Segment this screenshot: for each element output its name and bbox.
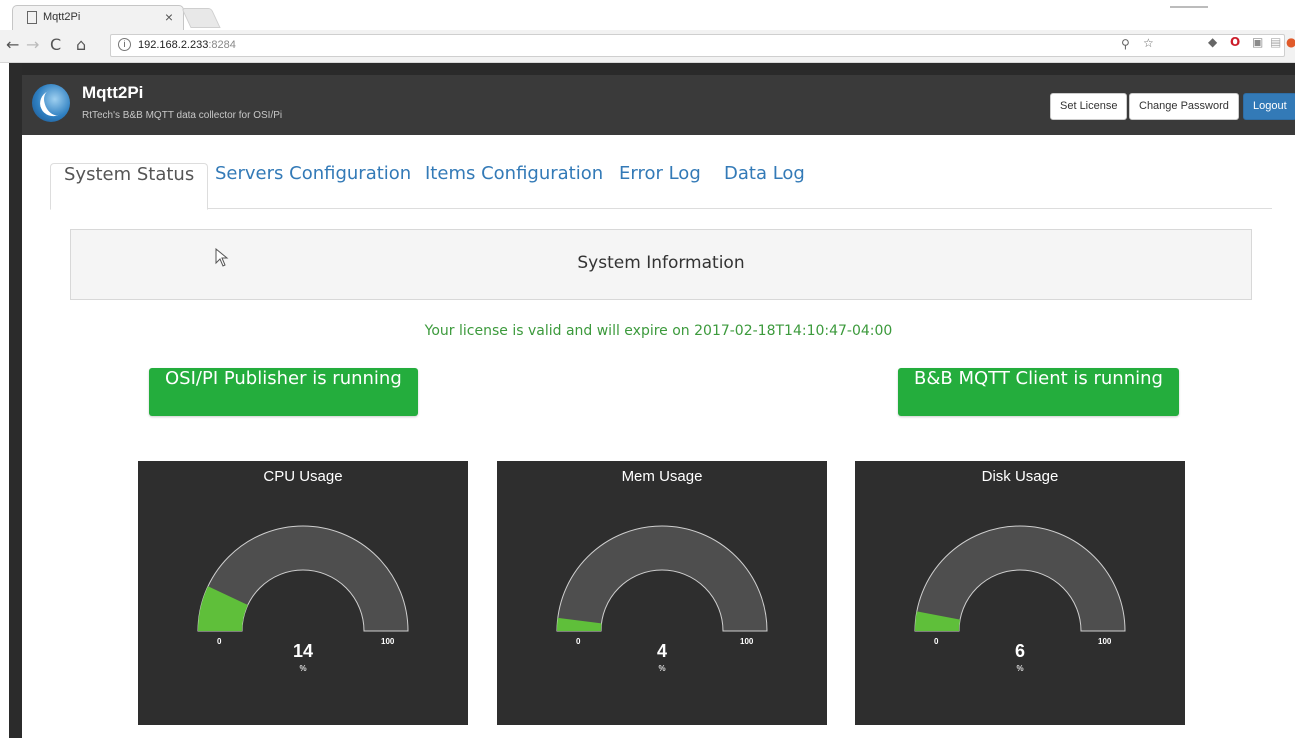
tab-error-log[interactable]: Error Log bbox=[619, 163, 701, 209]
address-bar[interactable]: i 192.168.2.233:8284 ⚲ ☆ bbox=[110, 34, 1285, 57]
gauge-mem: Mem Usage 0 100 4 % bbox=[497, 461, 827, 725]
info-icon[interactable]: i bbox=[118, 38, 131, 51]
url-host: 192.168.2.233 bbox=[138, 39, 209, 51]
back-icon[interactable]: ← bbox=[6, 35, 19, 54]
browser-tab-title: Mqtt2Pi bbox=[43, 11, 81, 23]
url-port: :8284 bbox=[208, 39, 236, 51]
main-tabs: System Status Servers Configuration Item… bbox=[50, 163, 1272, 210]
browser-toolbar: ← → C ⌂ i 192.168.2.233:8284 ⚲ ☆ ◆ O ▣ ▤… bbox=[0, 30, 1295, 63]
logout-button[interactable]: Logout bbox=[1243, 93, 1295, 120]
home-icon[interactable]: ⌂ bbox=[76, 35, 86, 54]
gauge-track bbox=[914, 525, 1126, 632]
gauge-value: 4 bbox=[656, 641, 667, 661]
gauge-unit: % bbox=[1016, 664, 1024, 673]
app-frame: Mqtt2Pi RtTech's B&B MQTT data collector… bbox=[9, 63, 1295, 738]
tab-items-configuration[interactable]: Items Configuration bbox=[425, 163, 603, 209]
gauge-cpu: CPU Usage 0 100 14 % bbox=[138, 461, 468, 725]
gauge-svg bbox=[914, 525, 1126, 632]
gauge-track bbox=[556, 525, 768, 632]
brand-subtitle: RtTech's B&B MQTT data collector for OSI… bbox=[82, 110, 283, 121]
url-text: 192.168.2.233:8284 bbox=[138, 39, 236, 51]
gauge-svg bbox=[197, 525, 409, 632]
rss-icon[interactable]: ▤ bbox=[1270, 35, 1281, 49]
new-tab-button[interactable] bbox=[181, 8, 221, 28]
reload-icon[interactable]: C bbox=[50, 35, 61, 54]
browser-tab[interactable]: Mqtt2Pi × bbox=[12, 5, 184, 30]
brand-name: Mqtt2Pi bbox=[82, 83, 144, 102]
gauge-value: 6 bbox=[1014, 641, 1025, 661]
tab-system-status[interactable]: System Status bbox=[50, 163, 209, 210]
publisher-status-button[interactable]: OSI/PI Publisher is running bbox=[149, 368, 418, 416]
extension-icon[interactable]: ◆ bbox=[1208, 35, 1217, 49]
top-strip bbox=[22, 63, 1295, 75]
set-license-button[interactable]: Set License bbox=[1050, 93, 1128, 120]
adblock-icon[interactable]: ● bbox=[1286, 35, 1295, 49]
mouse-cursor-icon bbox=[215, 248, 229, 267]
star-icon[interactable]: ☆ bbox=[1143, 36, 1154, 50]
client-status-button[interactable]: B&B MQTT Client is running bbox=[898, 368, 1179, 416]
app-logo bbox=[32, 84, 70, 122]
gauge-svg bbox=[556, 525, 768, 632]
system-information-title: System Information bbox=[577, 253, 745, 273]
gauge-disk: Disk Usage 0 100 6 % bbox=[855, 461, 1185, 725]
license-message: Your license is valid and will expire on… bbox=[424, 323, 893, 339]
opera-icon[interactable]: O bbox=[1230, 35, 1240, 49]
gauge-value: 14 bbox=[292, 641, 314, 661]
minimize-icon[interactable] bbox=[1170, 6, 1208, 8]
change-password-button[interactable]: Change Password bbox=[1129, 93, 1239, 120]
gauge-unit: % bbox=[658, 664, 666, 673]
tab-servers-configuration[interactable]: Servers Configuration bbox=[215, 163, 411, 209]
gauge-unit: % bbox=[299, 664, 307, 673]
browser-tabstrip: Mqtt2Pi × bbox=[0, 0, 1295, 30]
page-icon bbox=[27, 11, 37, 24]
tab-data-log[interactable]: Data Log bbox=[724, 163, 805, 209]
forward-icon[interactable]: → bbox=[26, 35, 39, 54]
filter-icon[interactable]: ⚲ bbox=[1121, 37, 1130, 51]
translate-icon[interactable]: ▣ bbox=[1252, 35, 1263, 49]
app-header: Mqtt2Pi RtTech's B&B MQTT data collector… bbox=[22, 75, 1295, 135]
close-tab-icon[interactable]: × bbox=[165, 9, 173, 25]
system-information-panel: System Information bbox=[70, 229, 1252, 300]
